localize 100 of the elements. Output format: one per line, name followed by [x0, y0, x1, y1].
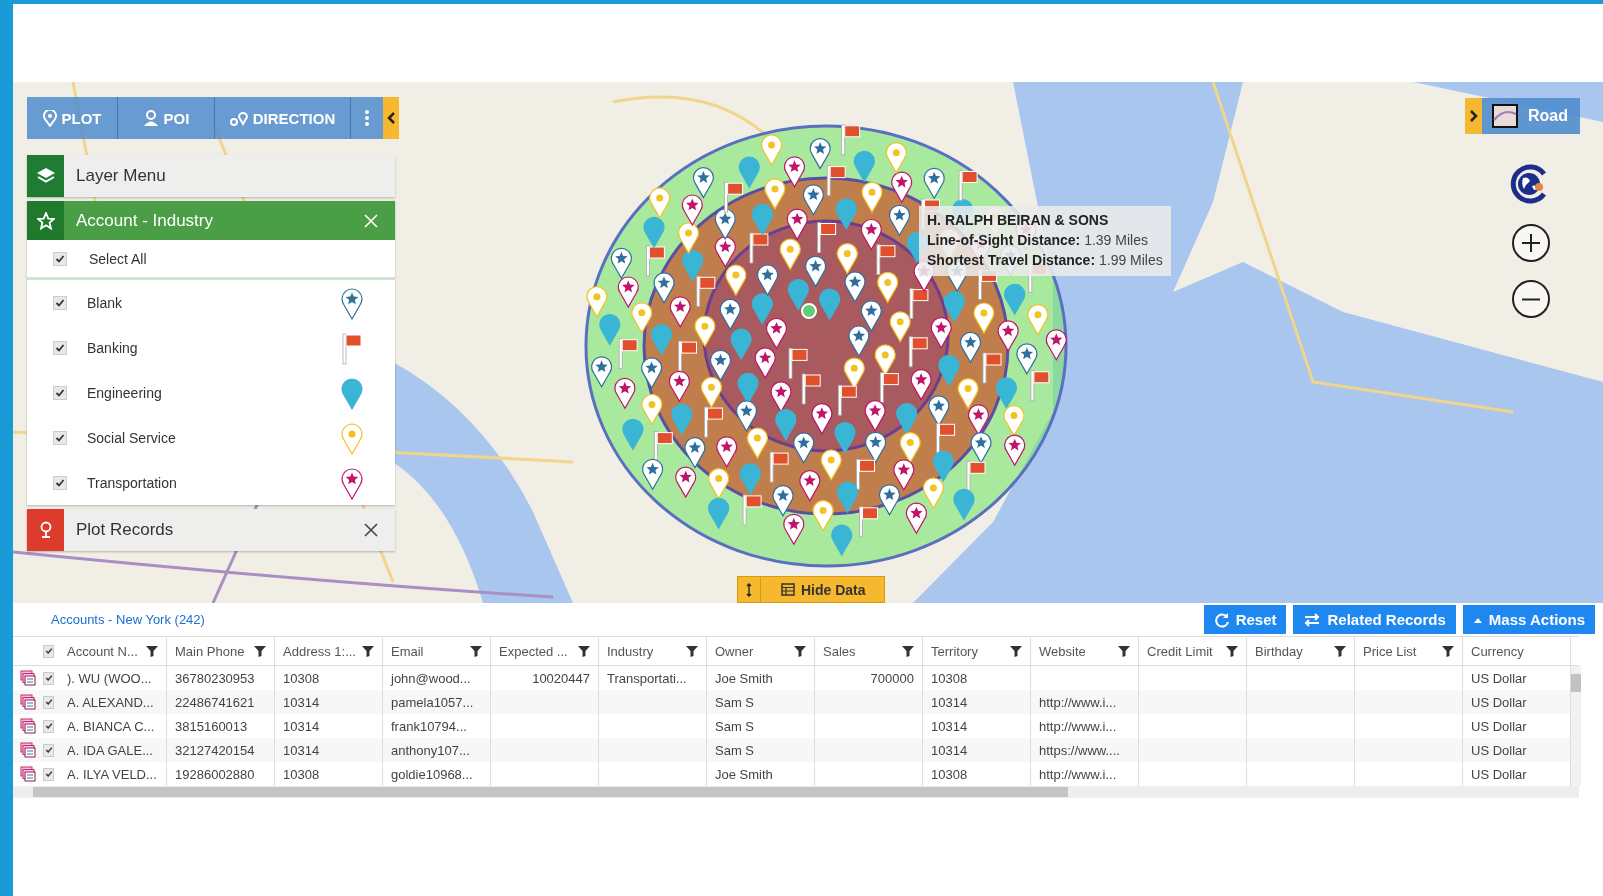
- table-cell: US Dollar: [1471, 718, 1527, 734]
- table-cell: anthony107...: [391, 742, 470, 758]
- filter-icon[interactable]: [902, 645, 914, 657]
- checkbox[interactable]: [53, 385, 67, 400]
- column-header[interactable]: Email: [391, 643, 424, 659]
- pin-icon: [38, 521, 53, 539]
- zoom-out-button[interactable]: [1512, 280, 1550, 318]
- table-cell: Sam S: [715, 694, 754, 710]
- checkbox[interactable]: [53, 295, 67, 310]
- column-header[interactable]: Credit Limit: [1147, 643, 1213, 659]
- refresh-icon: [1213, 611, 1230, 628]
- table-cell: 10314: [283, 718, 320, 734]
- column-header[interactable]: Owner: [715, 643, 754, 659]
- column-header[interactable]: Industry: [607, 643, 654, 659]
- layers-icon: [35, 167, 56, 185]
- table-cell: pamela1057...: [391, 694, 474, 710]
- table-cell: 10314: [931, 718, 968, 734]
- header-checkbox[interactable]: [43, 644, 54, 658]
- row-checkbox[interactable]: [43, 743, 54, 757]
- filter-icon[interactable]: [578, 645, 590, 657]
- table-cell: US Dollar: [1471, 670, 1527, 686]
- filter-icon[interactable]: [470, 645, 482, 657]
- horizontal-scrollbar[interactable]: [13, 786, 1579, 798]
- map-thumbnail-icon: [1492, 104, 1518, 128]
- record-icon[interactable]: [20, 670, 36, 686]
- tooltip-line: Line-of-Sight Distance: 1.39 Miles: [927, 231, 1149, 250]
- column-header[interactable]: Account N...: [67, 643, 138, 659]
- column-header[interactable]: Birthday: [1255, 643, 1303, 659]
- filter-icon[interactable]: [1442, 645, 1454, 657]
- column-header[interactable]: Website: [1039, 643, 1086, 659]
- select-all-label: Select All: [89, 250, 148, 267]
- table-cell: http://www.i...: [1039, 766, 1117, 782]
- checkbox[interactable]: [53, 475, 67, 490]
- checkbox[interactable]: [53, 340, 67, 355]
- column-header[interactable]: Sales: [823, 643, 856, 659]
- table-cell: goldie10968...: [391, 766, 473, 782]
- filter-icon[interactable]: [1118, 645, 1130, 657]
- layer-item-label: Blank: [87, 294, 124, 311]
- row-checkbox[interactable]: [43, 671, 54, 685]
- grid-title: Accounts - New York (242): [51, 612, 206, 627]
- table-cell: ). WU (WOO...: [67, 670, 152, 686]
- filter-icon[interactable]: [1334, 645, 1346, 657]
- table-icon: [781, 583, 795, 596]
- column-header[interactable]: Price List: [1363, 643, 1417, 659]
- record-icon[interactable]: [20, 742, 36, 758]
- table-cell: US Dollar: [1471, 742, 1527, 758]
- row-checkbox[interactable]: [43, 695, 54, 709]
- table-cell: 10308: [931, 670, 968, 686]
- table-cell: 10308: [283, 670, 320, 686]
- column-header[interactable]: Main Phone: [175, 643, 245, 659]
- column-header[interactable]: Address 1:...: [283, 643, 356, 659]
- row-checkbox[interactable]: [43, 767, 54, 781]
- table-cell: Joe Smith: [715, 670, 773, 686]
- table-cell: US Dollar: [1471, 694, 1527, 710]
- record-icon[interactable]: [20, 718, 36, 734]
- filter-icon[interactable]: [1010, 645, 1022, 657]
- table-cell: frank10794...: [391, 718, 467, 734]
- table-cell: A. BIANCA C...: [67, 718, 155, 734]
- person-icon: [142, 109, 159, 127]
- table-cell: US Dollar: [1471, 766, 1527, 782]
- table-cell: 32127420154: [175, 742, 255, 758]
- record-icon[interactable]: [20, 766, 36, 782]
- record-icon[interactable]: [20, 694, 36, 710]
- table-cell: A. ALEXAND...: [67, 694, 154, 710]
- action-button[interactable]: Mass Actions: [1462, 605, 1595, 634]
- chevron-left-icon: [387, 112, 395, 124]
- action-button[interactable]: Reset: [1203, 605, 1287, 634]
- caret-up-icon: [1472, 616, 1483, 623]
- row-checkbox[interactable]: [43, 719, 54, 733]
- chevron-right-icon: [1469, 110, 1478, 122]
- column-header[interactable]: Territory: [931, 643, 978, 659]
- table-cell: A. ILYA VELD...: [67, 766, 157, 782]
- table-cell: 10020447: [532, 670, 590, 686]
- filter-icon[interactable]: [794, 645, 806, 657]
- table-cell: 22486741621: [175, 694, 255, 710]
- hide-data-button[interactable]: Hide Data: [737, 576, 885, 603]
- filter-icon[interactable]: [362, 645, 374, 657]
- collapse-button[interactable]: [383, 97, 399, 139]
- vertical-scrollbar[interactable]: [1571, 666, 1581, 786]
- more-vertical-icon: [365, 110, 369, 126]
- checkbox[interactable]: [53, 430, 67, 445]
- filter-icon[interactable]: [1226, 645, 1238, 657]
- table-cell: 36780230953: [175, 670, 255, 686]
- column-header[interactable]: Currency: [1471, 643, 1524, 659]
- checkbox[interactable]: [53, 251, 67, 266]
- filter-icon[interactable]: [254, 645, 266, 657]
- table-cell: john@wood...: [391, 670, 471, 686]
- filter-icon[interactable]: [686, 645, 698, 657]
- tooltip-line: Shortest Travel Distance: 1.99 Miles: [927, 251, 1163, 270]
- layer-item-label: Banking: [87, 339, 139, 356]
- tooltip-title: H. RALPH BEIRAN & SONS: [927, 212, 1109, 228]
- table-cell: 3815160013: [175, 718, 248, 734]
- layer-item-label: Engineering: [87, 384, 163, 401]
- layer-item-label: Social Service: [87, 429, 177, 446]
- filter-icon[interactable]: [146, 645, 158, 657]
- column-header[interactable]: Expected ...: [499, 643, 568, 659]
- zoom-in-button[interactable]: [1512, 224, 1550, 262]
- close-icon[interactable]: [363, 522, 379, 538]
- table-cell: http://www.i...: [1039, 718, 1117, 734]
- action-button[interactable]: Related Records: [1293, 605, 1456, 634]
